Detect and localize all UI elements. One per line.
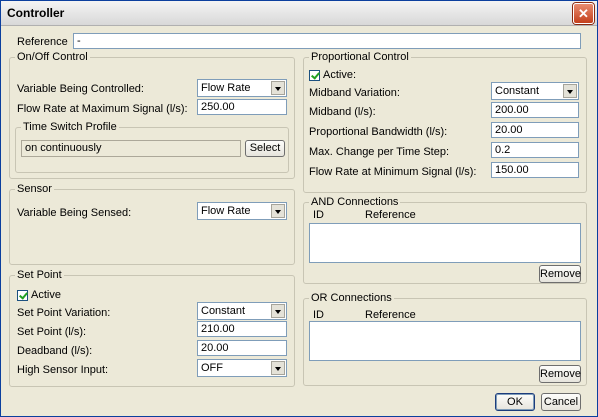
cancel-button[interactable]: Cancel — [541, 393, 581, 411]
set-point-variation-select[interactable]: Constant — [197, 302, 287, 320]
min-flow-label: Flow Rate at Minimum Signal (l/s): — [309, 166, 477, 178]
midband-variation-label: Midband Variation: — [309, 87, 400, 99]
time-switch-select-button[interactable]: Select — [245, 140, 285, 157]
and-connections-title: AND Connections — [309, 196, 401, 208]
chevron-down-icon[interactable] — [271, 81, 285, 95]
high-sensor-input-label: High Sensor Input: — [17, 364, 109, 376]
variable-controlled-select[interactable]: Flow Rate — [197, 79, 287, 97]
proportional-active-checkbox[interactable] — [309, 70, 320, 81]
midband-variation-value: Constant — [495, 85, 540, 97]
title-bar: Controller ✕ — [1, 1, 597, 26]
variable-controlled-value: Flow Rate — [201, 82, 251, 94]
proportional-control-title: Proportional Control — [309, 51, 411, 63]
max-change-label: Max. Change per Time Step: — [309, 146, 450, 158]
window-title: Controller — [7, 6, 65, 20]
high-sensor-input-select[interactable]: OFF — [197, 359, 287, 377]
proportional-bandwidth-input[interactable]: 20.00 — [491, 122, 579, 138]
high-sensor-input-value: OFF — [201, 362, 223, 374]
midband-variation-select[interactable]: Constant — [491, 82, 579, 100]
min-flow-input[interactable]: 150.00 — [491, 162, 579, 178]
or-remove-button[interactable]: Remove — [539, 365, 581, 383]
proportional-active-label: Active: — [323, 69, 357, 81]
reference-input[interactable]: - — [73, 33, 581, 49]
or-connections-title: OR Connections — [309, 292, 394, 304]
chevron-down-icon[interactable] — [271, 361, 285, 375]
set-point-title: Set Point — [15, 269, 64, 281]
deadband-label: Deadband (l/s): — [17, 345, 93, 357]
chevron-down-icon[interactable] — [563, 84, 577, 98]
reference-label: Reference — [17, 36, 68, 48]
variable-controlled-label: Variable Being Controlled: — [17, 83, 144, 95]
deadband-input[interactable]: 20.00 — [197, 340, 287, 356]
set-point-input[interactable]: 210.00 — [197, 321, 287, 337]
max-change-input[interactable]: 0.2 — [491, 142, 579, 158]
flow-max-signal-label: Flow Rate at Maximum Signal (l/s): — [17, 103, 188, 115]
variable-sensed-value: Flow Rate — [201, 205, 251, 217]
set-point-variation-label: Set Point Variation: — [17, 307, 111, 319]
onoff-control-title: On/Off Control — [15, 51, 90, 63]
set-point-active-checkbox[interactable] — [17, 290, 28, 301]
chevron-down-icon[interactable] — [271, 204, 285, 218]
chevron-down-icon[interactable] — [271, 304, 285, 318]
variable-sensed-select[interactable]: Flow Rate — [197, 202, 287, 220]
time-switch-title: Time Switch Profile — [21, 121, 119, 133]
or-col-id: ID — [313, 309, 324, 321]
and-remove-button[interactable]: Remove — [539, 265, 581, 283]
set-point-active-label: Active — [31, 289, 61, 301]
controller-dialog: Controller ✕ Reference - On/Off Control … — [0, 0, 598, 417]
or-col-reference: Reference — [365, 309, 416, 321]
proportional-bandwidth-label: Proportional Bandwidth (l/s): — [309, 126, 448, 138]
and-connections-list[interactable] — [309, 223, 581, 263]
midband-input[interactable]: 200.00 — [491, 102, 579, 118]
midband-label: Midband (l/s): — [309, 106, 376, 118]
sensor-group: Sensor — [9, 183, 295, 265]
sensor-title: Sensor — [15, 183, 54, 195]
or-connections-list[interactable] — [309, 321, 581, 361]
set-point-variation-value: Constant — [201, 305, 246, 317]
variable-sensed-label: Variable Being Sensed: — [17, 207, 132, 219]
flow-max-signal-input[interactable]: 250.00 — [197, 99, 287, 115]
close-icon[interactable]: ✕ — [573, 3, 594, 24]
set-point-label: Set Point (l/s): — [17, 326, 87, 338]
and-col-id: ID — [313, 209, 324, 221]
time-switch-value: on continuously — [21, 140, 241, 157]
ok-button[interactable]: OK — [495, 393, 535, 411]
and-col-reference: Reference — [365, 209, 416, 221]
